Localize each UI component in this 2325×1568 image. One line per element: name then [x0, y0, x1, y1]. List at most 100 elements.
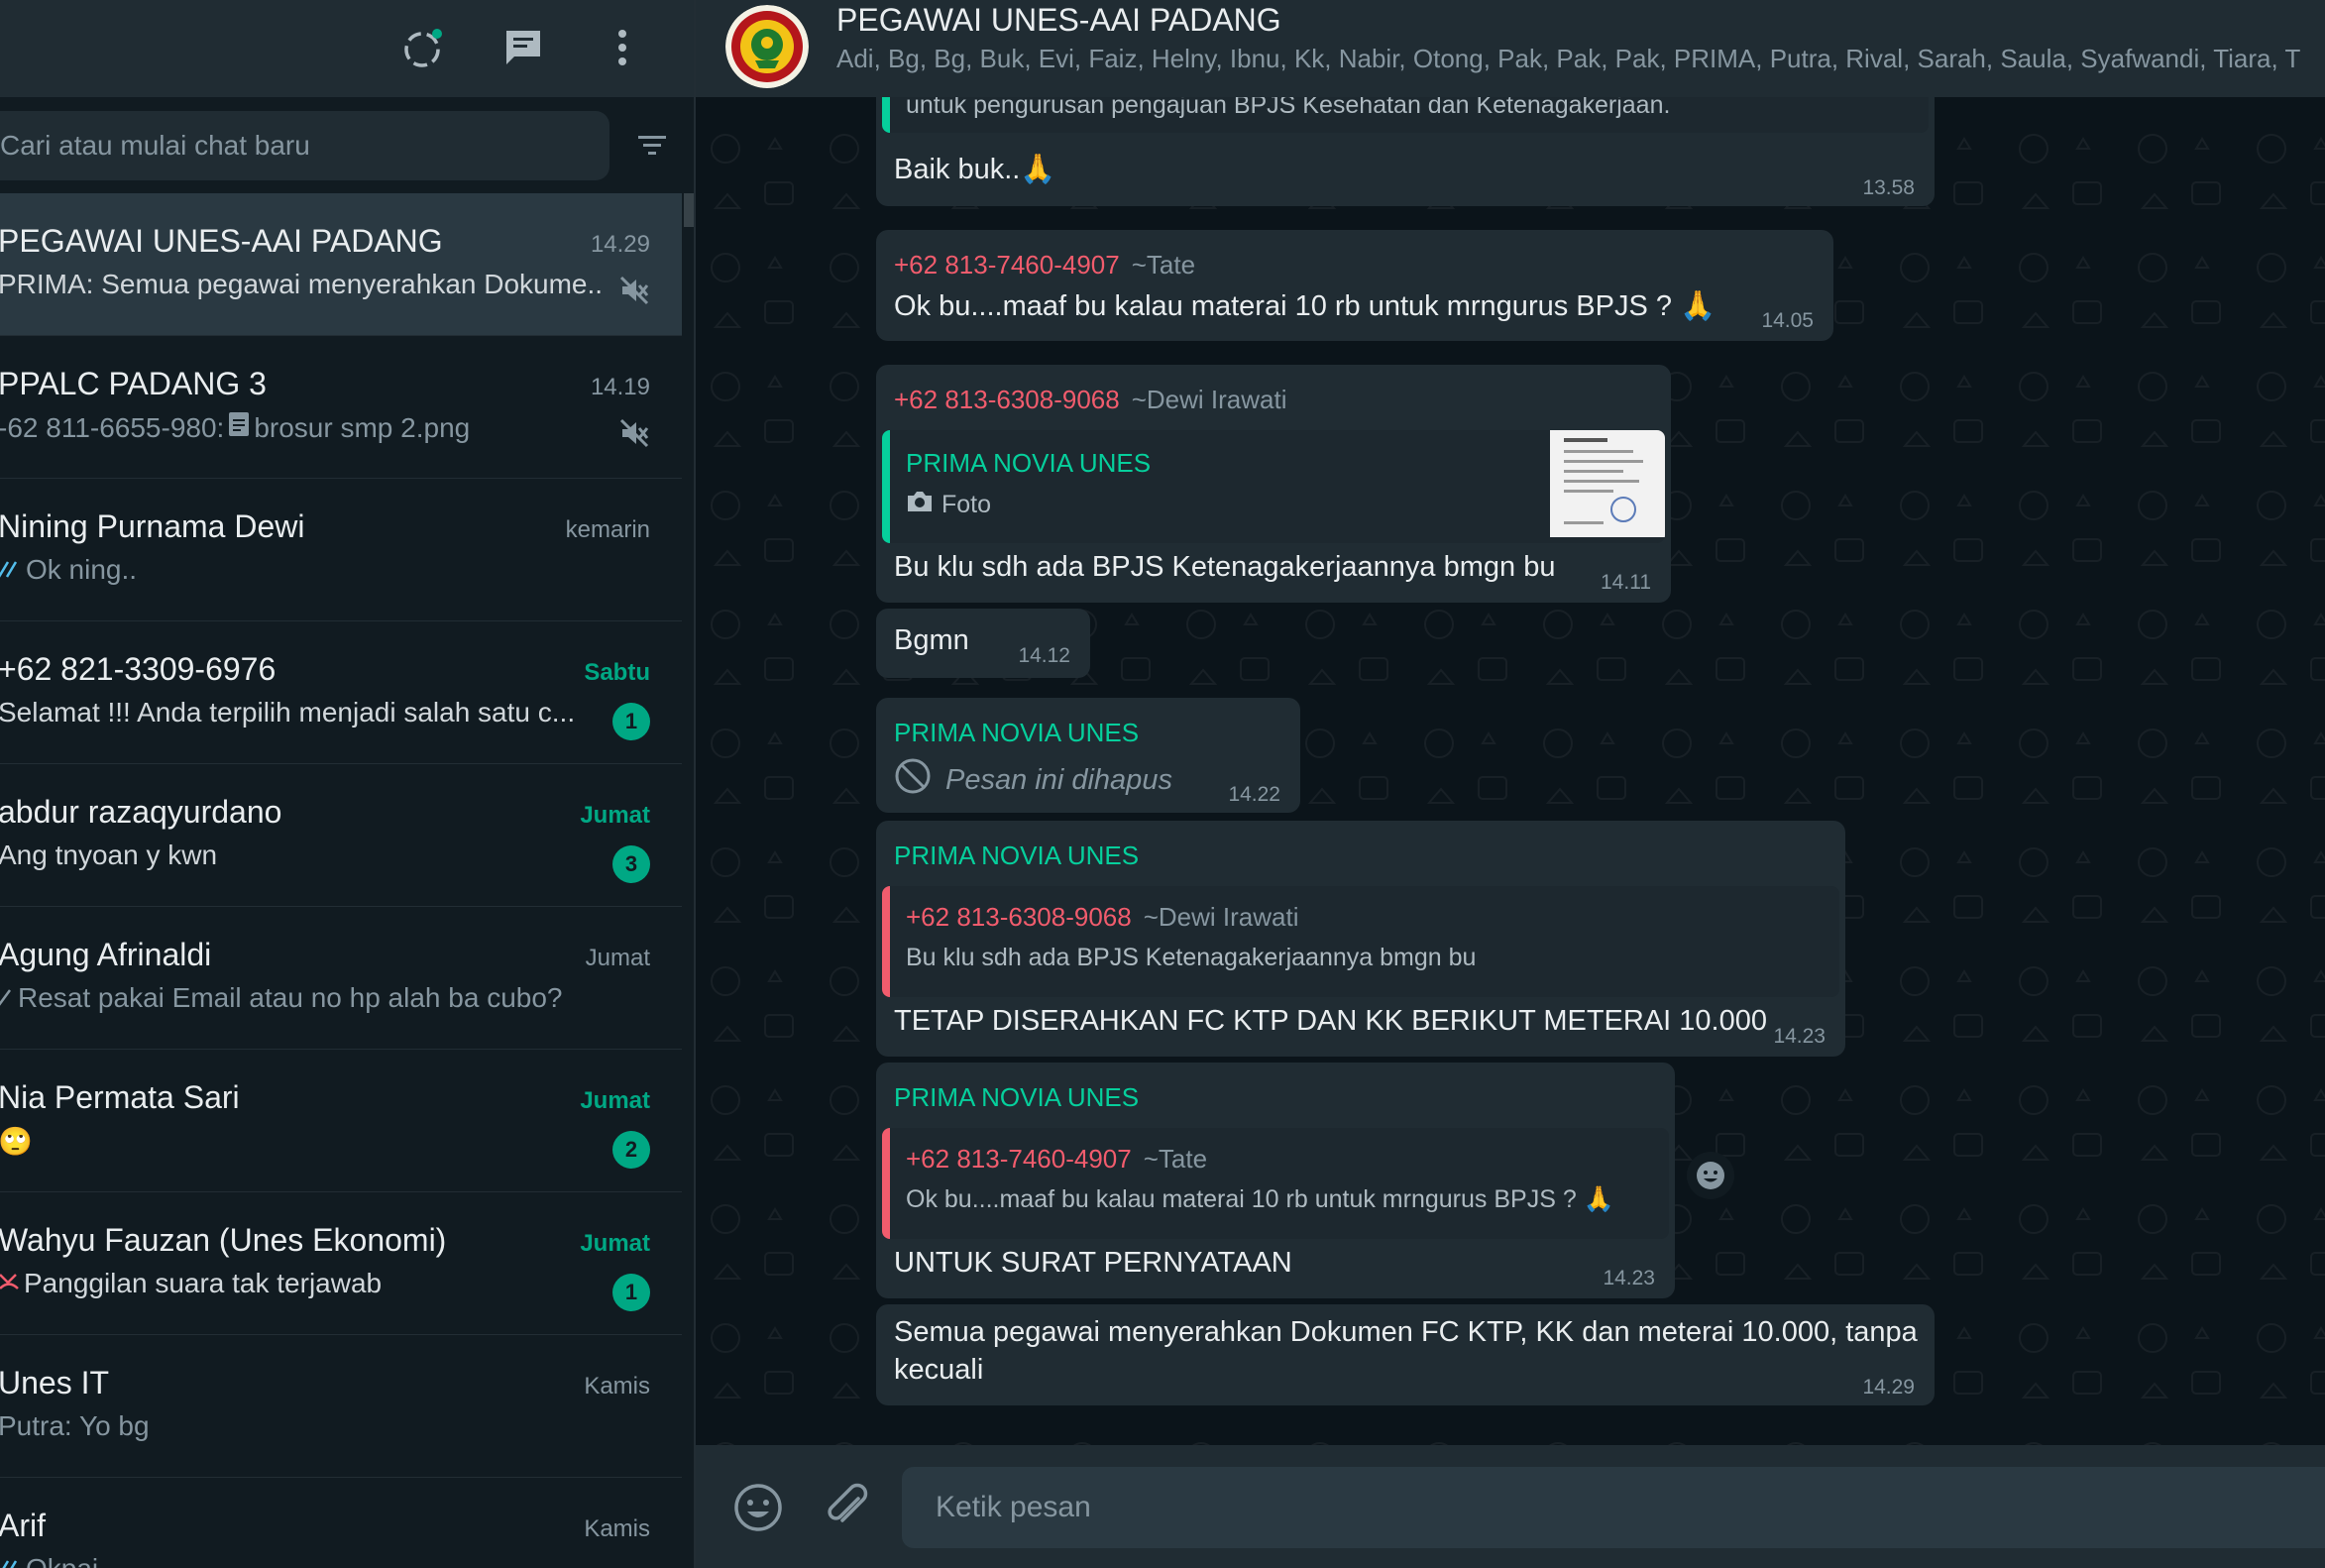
quoted-sender: PRIMA NOVIA UNES	[906, 448, 1152, 478]
message-time: 14.23	[1603, 1267, 1655, 1289]
chat-preview: PRIMA: Semua pegawai menyerahkan Dokume.…	[0, 269, 605, 299]
chat-item-unknown-number[interactable]: +62 821-3309-6976 Sabtu Selamat !!! Anda…	[0, 621, 682, 764]
chat-item-wahyu[interactable]: Wahyu Fauzan (Unes Ekonomi) Jumat Panggi…	[0, 1192, 682, 1335]
chat-item-unes-it[interactable]: Unes IT Kamis Putra: Yo bg	[0, 1335, 682, 1478]
chat-name: PEGAWAI UNES-AAI PADANG	[0, 223, 443, 259]
chat-time: Jumat	[580, 1087, 650, 1114]
menu-icon[interactable]	[593, 18, 652, 77]
unread-badge: 3	[612, 845, 650, 883]
photo-thumbnail[interactable]	[1550, 430, 1665, 537]
react-emoji-icon[interactable]	[1687, 1152, 1734, 1199]
document-icon	[228, 411, 250, 444]
deleted-message-row: Pesan ini dihapus	[894, 757, 1172, 803]
new-chat-icon[interactable]	[494, 18, 553, 77]
double-check-icon	[0, 1553, 22, 1568]
message-text: Bgmn	[894, 624, 969, 656]
chat-item-ppalc-padang[interactable]: PPALC PADANG 3 14.19 -62 811-6655-980: b…	[0, 336, 682, 479]
message-sender[interactable]: +62 813-6308-9068 ~Dewi Irawati	[894, 385, 1286, 415]
message-text: UNTUK SURAT PERNYATAAN	[894, 1247, 1292, 1279]
chat-name: abdur razaqyurdano	[0, 794, 282, 830]
chat-item-agung[interactable]: Agung Afrinaldi Jumat Resat pakai Email …	[0, 907, 682, 1050]
chat-name: Wahyu Fauzan (Unes Ekonomi)	[0, 1222, 447, 1258]
quoted-text-row: Foto	[906, 490, 991, 520]
muted-icon	[614, 413, 654, 453]
message-bubble[interactable]: +62 813-6308-9068 ~Dewi Irawati PRIMA NOV…	[876, 365, 1671, 603]
chat-preview: -62 811-6655-980: brosur smp 2.png	[0, 411, 605, 444]
sender-number: +62 813-6308-9068	[894, 385, 1120, 414]
chat-item-abdur[interactable]: abdur razaqyurdano Jumat Ang tnyoan y kw…	[0, 764, 682, 907]
message-bubble[interactable]: Bgmn 14.12	[876, 609, 1090, 678]
quoted-alias: ~Tate	[1143, 1144, 1208, 1174]
quoted-number: +62 813-6308-9068	[906, 902, 1132, 932]
message-text: Baik buk..🙏	[894, 154, 1056, 185]
chat-list: PEGAWAI UNES-AAI PADANG 14.29 PRIMA: Sem…	[0, 193, 682, 1568]
missed-call-icon	[0, 1268, 20, 1299]
search-box	[0, 111, 609, 180]
message-text: Bu klu sdh ada BPJS Ketenagakerjaannya b…	[894, 551, 1556, 583]
emoji-icon[interactable]	[731, 1481, 785, 1534]
chat-item-pegawai-unes[interactable]: PEGAWAI UNES-AAI PADANG 14.29 PRIMA: Sem…	[0, 193, 682, 336]
chat-time: kemarin	[565, 516, 650, 543]
message-text: Ok bu....maaf bu kalau materai 10 rb unt…	[894, 290, 1716, 322]
chat-name: Unes IT	[0, 1365, 110, 1400]
chat-item-nia[interactable]: Nia Permata Sari Jumat 🙄 2	[0, 1050, 682, 1192]
conversation-panel: PEGAWAI UNES-AAI PADANG Adi, Bg, Bg, Buk…	[696, 0, 2325, 1568]
preview-text: Resat pakai Email atau no hp alah ba cub…	[18, 982, 563, 1013]
chat-time: Jumat	[580, 802, 650, 829]
group-members: Adi, Bg, Bg, Buk, Evi, Faiz, Helny, Ibnu…	[836, 44, 2301, 73]
message-bubble[interactable]: PRIMA NOVIA UNES +62 813-6308-9068 ~Dewi …	[876, 821, 1845, 1057]
message-bubble[interactable]: Semua pegawai menyerahkan Dokumen FC KTP…	[876, 1304, 1935, 1405]
quoted-text: Ok bu....maaf bu kalau materai 10 rb unt…	[906, 1185, 1614, 1213]
message-sender[interactable]: +62 813-7460-4907 ~Tate	[894, 250, 1195, 280]
chat-preview: Okpai	[0, 1553, 605, 1568]
message-time: 14.12	[1018, 644, 1070, 667]
chat-preview: Putra: Yo bg	[0, 1410, 150, 1441]
chat-preview: Resat pakai Email atau no hp alah ba cub…	[0, 982, 605, 1014]
message-composer	[696, 1445, 2325, 1568]
chat-preview: Ang tnyoan y kwn	[0, 840, 218, 870]
message-sender[interactable]: PRIMA NOVIA UNES	[894, 840, 1139, 871]
message-bubble[interactable]: +62 813-7460-4907 ~Tate Ok bu....maaf bu …	[876, 230, 1833, 341]
sender-alias: ~Tate	[1131, 250, 1196, 280]
attach-icon[interactable]	[821, 1481, 874, 1534]
message-bubble[interactable]: PRIMA NOVIA UNES +62 813-7460-4907 ~Tate …	[876, 1063, 1675, 1298]
status-icon[interactable]	[394, 18, 454, 77]
chat-time: Kamis	[584, 1515, 650, 1542]
quoted-message[interactable]: PRIMA NOVIA UNES Foto	[882, 430, 1665, 543]
preview-text: Okpai	[26, 1553, 98, 1568]
message-time: 14.05	[1761, 309, 1814, 332]
search-input[interactable]	[0, 111, 585, 180]
unread-badge: 1	[612, 1274, 650, 1311]
message-time: 14.29	[1862, 1376, 1915, 1399]
quoted-text: Foto	[941, 491, 992, 518]
message-text-line-2: kecuali	[894, 1354, 984, 1386]
unread-badge: 2	[612, 1131, 650, 1169]
message-sender[interactable]: PRIMA NOVIA UNES	[894, 718, 1139, 748]
message-text: Pesan ini dihapus	[945, 763, 1172, 796]
message-text-line-1: Semua pegawai menyerahkan Dokumen FC KTP…	[894, 1316, 1918, 1348]
quoted-message[interactable]: +62 813-7460-4907 ~Tate Ok bu....maaf bu …	[882, 1128, 1669, 1239]
message-input[interactable]	[902, 1467, 2325, 1548]
chat-list-scrollbar[interactable]	[684, 193, 694, 227]
chat-item-nining[interactable]: Nining Purnama Dewi kemarin Ok ning..	[0, 479, 682, 621]
chat-item-arif[interactable]: Arif Kamis Okpai	[0, 1478, 682, 1568]
chat-preview: Ok ning..	[0, 554, 605, 586]
message-sender[interactable]: PRIMA NOVIA UNES	[894, 1082, 1139, 1113]
chat-name: PPALC PADANG 3	[0, 366, 267, 401]
filter-icon[interactable]	[624, 115, 680, 176]
blocked-icon	[894, 757, 932, 803]
conversation-title: PEGAWAI UNES-AAI PADANG	[836, 2, 1281, 38]
preview-text: Panggilan suara tak terjawab	[24, 1268, 383, 1298]
chat-preview: Selamat !!! Anda terpilih menjadi salah …	[0, 697, 576, 728]
preview-text: Ok ning..	[26, 554, 138, 585]
message-time: 13.58	[1862, 176, 1915, 199]
chat-preview: Panggilan suara tak terjawab	[0, 1268, 605, 1299]
quoted-message[interactable]: +62 813-6308-9068 ~Dewi Irawati Bu klu sd…	[882, 886, 1839, 997]
muted-icon	[614, 271, 654, 310]
preview-text: brosur smp 2.png	[254, 411, 471, 443]
chat-time: Sabtu	[584, 659, 650, 686]
group-avatar[interactable]	[725, 5, 809, 88]
conversation-header[interactable]: PEGAWAI UNES-AAI PADANG Adi, Bg, Bg, Buk…	[696, 0, 2325, 97]
sender-alias: ~Dewi Irawati	[1131, 385, 1287, 414]
message-bubble[interactable]: PRIMA NOVIA UNES Pesan ini dihapus 14.22	[876, 698, 1300, 813]
